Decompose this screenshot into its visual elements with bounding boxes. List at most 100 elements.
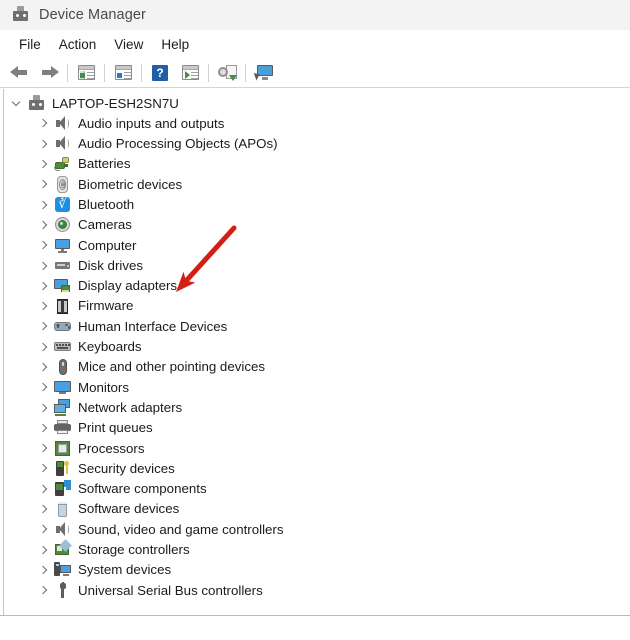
chevron-right-icon[interactable] xyxy=(35,339,51,355)
device-tree-panel[interactable]: LAPTOP-ESH2SN7U Audio inputs and outputs… xyxy=(3,89,630,615)
tree-node-label: Mice and other pointing devices xyxy=(78,359,266,375)
menu-item-action[interactable]: Action xyxy=(50,34,106,55)
chevron-right-icon[interactable] xyxy=(35,481,51,497)
tree-node-bluetooth[interactable]: ∛ Bluetooth xyxy=(4,194,630,214)
scan-hardware-changes-button[interactable] xyxy=(212,60,242,86)
tree-node-display-adapters[interactable]: Display adapters xyxy=(4,276,630,296)
tree-node-audio-inputs-and-outputs[interactable]: Audio inputs and outputs xyxy=(4,113,630,133)
window-bottom-strip xyxy=(0,615,630,640)
forward-button[interactable] xyxy=(34,60,64,86)
chevron-right-icon[interactable] xyxy=(35,197,51,213)
tree-node-label: Bluetooth xyxy=(78,196,135,212)
tree-node-software-devices[interactable]: Software devices xyxy=(4,499,630,519)
chevron-right-icon[interactable] xyxy=(35,258,51,274)
toolbar: ? xyxy=(0,58,630,88)
tree-node-cameras[interactable]: Cameras xyxy=(4,215,630,235)
tree-node-print-queues[interactable]: Print queues xyxy=(4,418,630,438)
firmware-chip-icon xyxy=(54,298,71,315)
chevron-right-icon[interactable] xyxy=(35,115,51,131)
menu-item-view[interactable]: View xyxy=(105,34,152,55)
menu-item-file[interactable]: File xyxy=(10,34,50,55)
tree-node-storage-controllers[interactable]: Storage controllers xyxy=(4,539,630,560)
arrow-right-icon xyxy=(40,65,59,80)
tree-node-root[interactable]: LAPTOP-ESH2SN7U xyxy=(4,93,630,113)
tree-node-human-interface-devices[interactable]: Human Interface Devices xyxy=(4,316,630,336)
tree-node-firmware[interactable]: Firmware xyxy=(4,296,630,316)
remote-display-button[interactable] xyxy=(249,60,279,86)
software-component-icon xyxy=(54,480,71,497)
speaker-icon xyxy=(54,115,71,132)
device-manager-window: Device Manager File Action View Help ? L… xyxy=(0,0,630,640)
menu-item-help[interactable]: Help xyxy=(152,34,198,55)
help-question-icon: ? xyxy=(152,64,168,81)
chevron-right-icon[interactable] xyxy=(35,542,51,558)
help-button[interactable]: ? xyxy=(145,60,175,86)
tree-node-disk-drives[interactable]: Disk drives xyxy=(4,255,630,275)
tree-node-batteries[interactable]: Batteries xyxy=(4,154,630,174)
tree-node-computer[interactable]: Computer xyxy=(4,235,630,255)
device-manager-icon xyxy=(12,6,30,24)
show-hide-console-tree-button[interactable] xyxy=(71,60,101,86)
toolbar-separator xyxy=(67,63,68,82)
display-adapter-icon xyxy=(54,277,71,294)
tree-node-universal-serial-bus-controllers[interactable]: Universal Serial Bus controllers xyxy=(4,580,630,600)
monitor-icon xyxy=(54,379,71,396)
tree-node-label: Universal Serial Bus controllers xyxy=(78,582,263,598)
console-tree-icon xyxy=(77,65,95,80)
chevron-right-icon[interactable] xyxy=(35,582,51,598)
chevron-right-icon[interactable] xyxy=(35,460,51,476)
tree-node-label: Network adapters xyxy=(78,399,183,415)
keyboard-icon xyxy=(54,338,71,355)
chevron-right-icon[interactable] xyxy=(35,400,51,416)
tree-node-software-components[interactable]: Software components xyxy=(4,479,630,499)
tree-node-label: Firmware xyxy=(78,298,134,314)
tree-node-security-devices[interactable]: Security devices xyxy=(4,458,630,478)
tree-node-biometric-devices[interactable]: Biometric devices xyxy=(4,174,630,194)
update-driver-button[interactable] xyxy=(175,60,205,86)
chevron-down-icon[interactable] xyxy=(9,95,25,111)
tree-node-label: Cameras xyxy=(78,217,132,233)
chevron-right-icon[interactable] xyxy=(35,420,51,436)
chevron-right-icon[interactable] xyxy=(35,278,51,294)
tree-node-sound-video-and-game-controllers[interactable]: Sound, video and game controllers xyxy=(4,519,630,539)
tree-node-label: Computer xyxy=(78,237,137,253)
window-title: Device Manager xyxy=(39,7,146,23)
title-bar: Device Manager xyxy=(0,0,630,30)
computer-monitor-icon xyxy=(54,237,71,254)
chevron-right-icon[interactable] xyxy=(35,237,51,253)
tree-node-label: Security devices xyxy=(78,460,175,476)
back-button[interactable] xyxy=(4,60,34,86)
tree-node-processors[interactable]: Processors xyxy=(4,438,630,458)
chevron-right-icon[interactable] xyxy=(35,379,51,395)
properties-button[interactable] xyxy=(108,60,138,86)
tree-node-label: Print queues xyxy=(78,420,153,436)
chevron-right-icon[interactable] xyxy=(35,217,51,233)
chevron-right-icon[interactable] xyxy=(35,298,51,314)
processor-icon xyxy=(54,440,71,457)
tree-node-keyboards[interactable]: Keyboards xyxy=(4,337,630,357)
tree-node-audio-processing-objects[interactable]: Audio Processing Objects (APOs) xyxy=(4,134,630,154)
tree-node-label: Disk drives xyxy=(78,257,144,273)
chevron-right-icon[interactable] xyxy=(35,136,51,152)
chevron-right-icon[interactable] xyxy=(35,501,51,517)
update-driver-icon xyxy=(181,65,199,80)
monitor-cursor-icon xyxy=(253,64,274,81)
chevron-right-icon[interactable] xyxy=(35,318,51,334)
chevron-right-icon[interactable] xyxy=(35,440,51,456)
tree-node-label: Biometric devices xyxy=(78,176,183,192)
chevron-right-icon[interactable] xyxy=(35,562,51,578)
tree-node-network-adapters[interactable]: Network adapters xyxy=(4,397,630,417)
chevron-right-icon[interactable] xyxy=(35,359,51,375)
chevron-right-icon[interactable] xyxy=(35,521,51,537)
tree-node-label: Audio inputs and outputs xyxy=(78,115,225,131)
tree-node-system-devices[interactable]: System devices xyxy=(4,560,630,580)
tree-node-mice-and-other-pointing-devices[interactable]: Mice and other pointing devices xyxy=(4,357,630,377)
chevron-right-icon[interactable] xyxy=(35,156,51,172)
toolbar-separator xyxy=(141,63,142,82)
gamepad-icon xyxy=(54,318,71,335)
tree-node-label: Audio Processing Objects (APOs) xyxy=(78,136,278,152)
chevron-right-icon[interactable] xyxy=(35,176,51,192)
tree-node-monitors[interactable]: Monitors xyxy=(4,377,630,397)
network-adapter-icon xyxy=(54,399,71,416)
arrow-left-icon xyxy=(9,65,29,80)
